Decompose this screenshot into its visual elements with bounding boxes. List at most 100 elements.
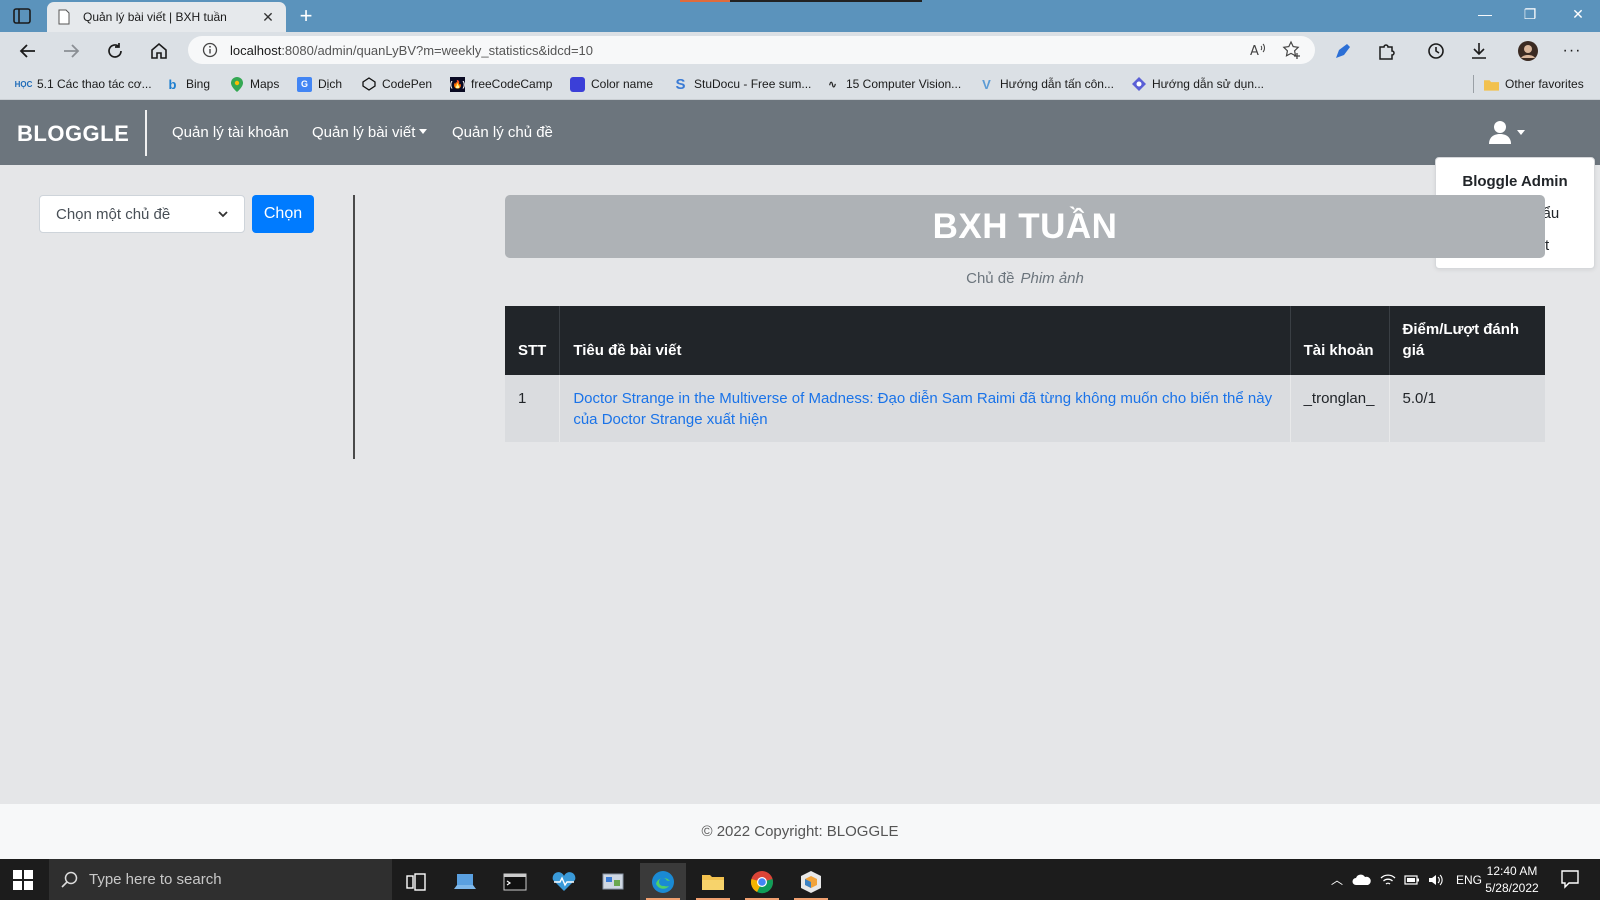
favorite-item[interactable]: S StuDocu - Free sum... <box>673 75 811 93</box>
windows-start-icon[interactable] <box>12 869 34 891</box>
favorite-item[interactable]: ∿ 15 Computer Vision... <box>825 75 961 93</box>
task-view-button[interactable] <box>393 863 439 900</box>
brand-divider <box>145 110 147 156</box>
back-arrow-icon <box>19 44 35 58</box>
add-favorite-icon[interactable] <box>1282 40 1302 60</box>
extension-pen-button[interactable] <box>1332 40 1354 62</box>
back-button[interactable] <box>17 40 39 62</box>
post-title-link[interactable]: Doctor Strange in the Multiverse of Madn… <box>573 390 1272 428</box>
taskbar-app-netbeans[interactable] <box>788 863 834 900</box>
copyright-text: © 2022 Copyright: BLOGGLE <box>701 823 899 840</box>
nav-accounts[interactable]: Quản lý tài khoản <box>172 124 289 141</box>
extensions-button[interactable] <box>1375 40 1397 62</box>
favorites-bar: HỌC 5.1 Các thao tác cơ... b Bing Maps G Dị… <box>0 68 1600 100</box>
cell-title: Doctor Strange in the Multiverse of Madn… <box>559 375 1291 442</box>
heartbeat-icon <box>552 871 576 891</box>
page-load-indicator <box>680 0 922 2</box>
favorite-item[interactable]: Color name <box>570 75 653 93</box>
user-icon <box>1489 121 1511 144</box>
tab-title: Quản lý bài viết | BXH tuần <box>83 10 227 24</box>
favorite-label: Hướng dẫn sử dụn... <box>1152 77 1264 91</box>
url-path: :8080/admin/quanLyBV?m=weekly_statistics… <box>281 42 594 58</box>
taskbar-app-dev[interactable] <box>442 863 488 900</box>
battery-icon[interactable] <box>1404 874 1420 886</box>
nav-posts-dropdown[interactable]: Quản lý bài viết <box>312 124 428 141</box>
volume-icon[interactable] <box>1428 873 1444 887</box>
favorite-label: CodePen <box>382 77 433 91</box>
favorite-label: Color name <box>591 77 654 91</box>
browser-tab-active[interactable]: Quản lý bài viết | BXH tuần ✕ <box>47 2 286 32</box>
favorite-label: freeCodeCamp <box>471 77 553 91</box>
home-button[interactable] <box>148 40 170 62</box>
favorite-item[interactable]: CodePen <box>361 75 432 93</box>
tab-actions-icon[interactable] <box>12 7 32 25</box>
history-button[interactable] <box>1425 40 1447 62</box>
favorite-item[interactable]: Maps <box>229 75 279 93</box>
brand-logo[interactable]: BLOGGLE <box>17 121 129 147</box>
taskbar-app-chrome[interactable] <box>739 863 785 900</box>
favorite-item[interactable]: b Bing <box>165 75 211 93</box>
cv-icon: ∿ <box>827 78 838 91</box>
topic-select[interactable]: Chọn một chủ đề <box>39 195 245 233</box>
favorite-label: 5.1 Các thao tác cơ... <box>37 77 152 91</box>
favorite-label: StuDocu - Free sum... <box>694 77 812 91</box>
cell-stt: 1 <box>505 375 561 442</box>
topic-select-value: Chọn một chủ đề <box>56 205 171 223</box>
forward-button[interactable] <box>60 40 82 62</box>
favorite-item[interactable]: G Dịch <box>297 75 342 93</box>
url-bar[interactable]: localhost:8080/admin/quanLyBV?m=weekly_s… <box>188 36 1315 64</box>
minimize-button[interactable]: — <box>1470 6 1500 22</box>
profile-button[interactable] <box>1517 40 1539 62</box>
taskbar-app-edge[interactable] <box>640 863 686 900</box>
weekly-ranking-header: BXH TUẦN <box>505 195 1545 258</box>
favorite-label: 15 Computer Vision... <box>846 77 962 91</box>
favorite-item[interactable]: V Hướng dẫn tấn côn... <box>979 75 1114 93</box>
taskbar-app-health[interactable] <box>541 863 587 900</box>
site-info-icon[interactable] <box>202 42 218 58</box>
url-text[interactable]: localhost:8080/admin/quanLyBV?m=weekly_s… <box>230 43 593 58</box>
favorite-item[interactable]: Hướng dẫn sử dụn... <box>1131 75 1264 93</box>
clock-time: 12:40 AM <box>1486 864 1538 878</box>
column-header-account: Tài khoản <box>1290 306 1390 375</box>
chevron-down-icon <box>1517 129 1525 135</box>
cube-app-icon <box>801 870 821 893</box>
wifi-icon[interactable] <box>1380 873 1396 887</box>
taskbar-app-settings[interactable] <box>590 863 636 900</box>
page-icon <box>58 9 70 25</box>
taskbar-app-terminal[interactable] <box>492 863 538 900</box>
favorite-item[interactable]: (🔥) freeCodeCamp <box>450 75 552 93</box>
new-tab-button[interactable]: + <box>295 4 317 28</box>
tab-close-icon[interactable]: ✕ <box>260 9 276 26</box>
refresh-icon <box>108 43 122 58</box>
forward-arrow-icon <box>64 44 80 58</box>
site-footer: © 2022 Copyright: BLOGGLE <box>0 804 1600 859</box>
choose-topic-button[interactable]: Chọn <box>252 195 314 233</box>
favorite-item[interactable]: HỌC 5.1 Các thao tác cơ... <box>15 75 152 93</box>
settings-more-button[interactable]: ··· <box>1561 40 1583 62</box>
user-menu-toggle[interactable] <box>1489 119 1529 145</box>
windows-taskbar: Type here to search ︿ ENG 12:40 AM 5/28/… <box>0 859 1600 900</box>
clock-date: 5/28/2022 <box>1485 881 1539 895</box>
edge-browser-icon <box>652 870 674 893</box>
read-aloud-icon[interactable]: A <box>1248 40 1268 60</box>
nav-posts-label: Quản lý bài viết <box>312 124 416 141</box>
history-icon <box>1428 43 1444 59</box>
terminal-icon <box>503 873 527 890</box>
favorite-label: Hướng dẫn tấn côn... <box>1000 77 1114 91</box>
other-favorites-item[interactable]: Other favorites <box>1484 75 1584 93</box>
taskbar-clock[interactable]: 12:40 AM 5/28/2022 <box>1476 863 1548 897</box>
nav-topics[interactable]: Quản lý chủ đề <box>452 124 553 141</box>
notification-icon[interactable] <box>1560 869 1580 889</box>
show-hidden-icons-icon[interactable]: ︿ <box>1328 871 1346 888</box>
taskbar-search[interactable]: Type here to search <box>49 859 392 900</box>
restore-button[interactable]: ❐ <box>1515 6 1545 23</box>
onedrive-icon[interactable] <box>1352 874 1372 886</box>
colorname-icon <box>570 76 585 92</box>
close-window-button[interactable]: ✕ <box>1563 6 1593 23</box>
taskbar-app-explorer[interactable] <box>690 863 736 900</box>
control-panel-icon <box>602 873 624 889</box>
cell-score: 5.0/1 <box>1389 375 1545 442</box>
downloads-button[interactable] <box>1468 40 1490 62</box>
refresh-button[interactable] <box>104 40 126 62</box>
topic-label: Chủ đề <box>966 270 1015 287</box>
